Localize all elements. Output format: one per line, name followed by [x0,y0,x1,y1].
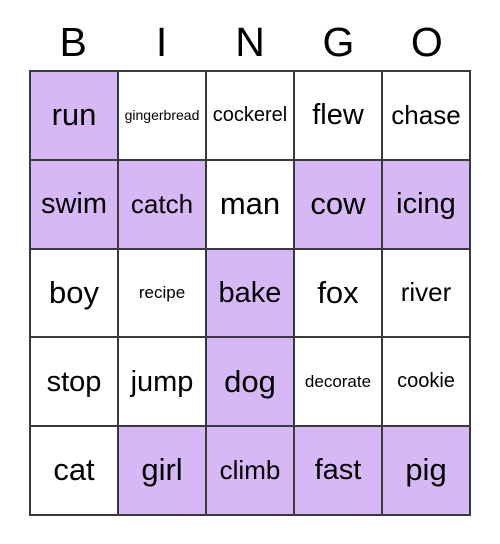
bingo-cell[interactable]: dog [207,338,295,428]
bingo-cell[interactable]: cookie [383,338,471,428]
bingo-cell-label: swim [40,187,108,220]
bingo-cell-label: man [219,185,281,221]
bingo-cell-label: stop [46,365,102,398]
bingo-cell-label: bake [218,276,282,309]
bingo-cell[interactable]: chase [383,72,471,161]
bingo-cell-label: boy [49,274,99,310]
bingo-cell[interactable]: boy [31,249,119,339]
bingo-header-letter-g: G [322,18,355,65]
bingo-cell-label: chase [391,99,461,130]
bingo-cell[interactable]: gingerbread [119,72,207,161]
bingo-cell-label: jump [130,365,194,398]
bingo-cell[interactable]: girl [119,427,207,516]
bingo-cell-label: recipe [138,283,186,303]
bingo-header-letter-o: O [410,18,443,65]
bingo-card: B I N G O run gingerbread cockerel flew … [29,14,471,516]
bingo-cell[interactable]: decorate [295,338,383,428]
bingo-cell-label: river [400,277,452,308]
bingo-cell-label: girl [141,452,183,488]
bingo-header-letter-i: I [155,18,168,65]
bingo-cell-label: cat [53,452,95,488]
bingo-cell-label: catch [130,188,194,219]
bingo-cell-label: cockerel [212,103,288,126]
bingo-cell[interactable]: flew [295,72,383,161]
bingo-header-row: B I N G O [29,14,471,70]
bingo-cell-label: fox [317,274,359,310]
bingo-header-letter-b: B [59,18,87,65]
bingo-cell[interactable]: recipe [119,249,207,339]
bingo-cell[interactable]: man [207,160,295,250]
bingo-cell[interactable]: catch [119,160,207,250]
bingo-cell[interactable]: climb [207,427,295,516]
bingo-cell-label: run [51,97,97,133]
bingo-grid: run gingerbread cockerel flew chase swim… [29,70,471,516]
bingo-cell-label: cookie [397,370,455,393]
bingo-header-letter-n: N [235,18,265,65]
bingo-cell[interactable]: cat [31,427,119,516]
bingo-cell-label: decorate [304,371,372,391]
bingo-cell[interactable]: stop [31,338,119,428]
bingo-cell-label: cow [310,185,366,221]
bingo-cell[interactable]: cockerel [207,72,295,161]
bingo-cell[interactable]: pig [383,427,471,516]
bingo-cell[interactable]: bake [207,249,295,339]
bingo-cell[interactable]: icing [383,160,471,250]
bingo-cell-label: gingerbread [124,107,200,124]
bingo-cell[interactable]: swim [31,160,119,250]
bingo-cell[interactable]: jump [119,338,207,428]
bingo-cell[interactable]: run [31,72,119,161]
bingo-cell-label: flew [312,99,364,132]
bingo-cell-label: fast [314,454,362,487]
bingo-cell-label: climb [219,454,281,485]
bingo-cell[interactable]: cow [295,160,383,250]
bingo-cell[interactable]: fast [295,427,383,516]
bingo-cell-label: pig [405,452,447,488]
bingo-cell[interactable]: fox [295,249,383,339]
bingo-cell-label: icing [396,187,456,220]
bingo-cell-label: dog [224,363,276,399]
bingo-cell[interactable]: river [383,249,471,339]
